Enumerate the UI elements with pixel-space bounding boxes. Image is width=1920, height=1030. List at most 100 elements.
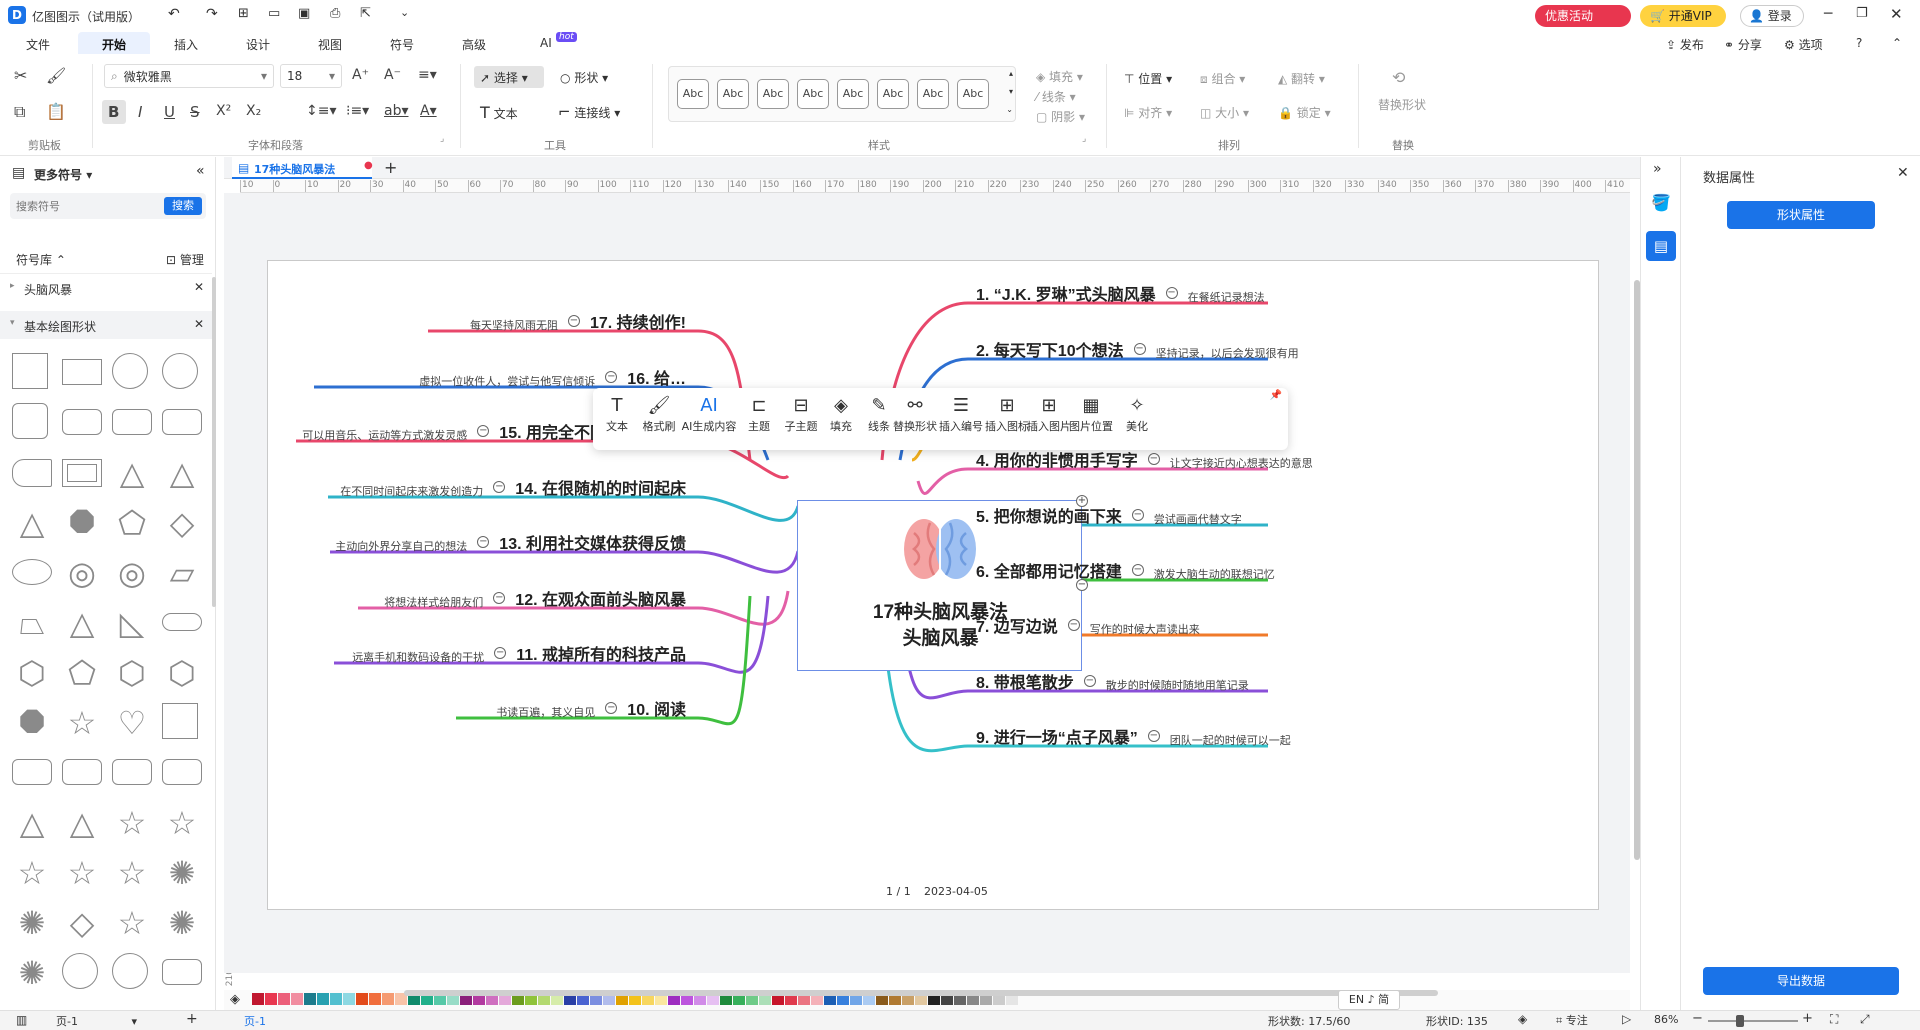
copy-icon[interactable]: ⧉ [14,102,25,122]
collapse-panel-icon[interactable]: « [196,163,205,179]
symbol-search-input[interactable] [16,197,156,215]
position-button[interactable]: ⊤ 位置 ▾ [1124,70,1172,87]
style-swatch[interactable]: Abc [757,79,789,109]
align-button[interactable]: ⊫ 对齐 ▾ [1124,104,1172,121]
publish-button[interactable]: ⇪ 发布 [1666,36,1704,53]
library-item-brainstorm[interactable]: ▸ 头脑风暴 ✕ [0,273,212,301]
redo-icon[interactable]: ↷ [206,6,218,22]
group-button[interactable]: ⧈ 组合 ▾ [1200,70,1245,87]
promo-button[interactable]: 优惠活动 [1535,5,1631,27]
collapse-icon[interactable]: − [1133,343,1146,355]
style-swatch[interactable]: Abc [917,79,949,109]
size-button[interactable]: ◫ 大小 ▾ [1200,104,1249,121]
drawing-page[interactable]: 17种头脑风暴法 头脑风暴 + − 1. “J.K. 罗琳”式头脑风暴 − 在餐纸记… [267,260,1599,910]
float-tool-3[interactable]: ⊏ 主题 [735,394,783,434]
gallery-up-icon[interactable]: ▴ [1009,69,1013,78]
zoom-slider[interactable] [1708,1020,1798,1022]
lock-button[interactable]: 🔒 锁定 ▾ [1278,104,1331,121]
open-icon[interactable]: ▭ [268,6,280,21]
superscript-icon[interactable]: X² [216,103,231,119]
shape-tri-icon[interactable]: △ [12,803,52,843]
maximize-icon[interactable]: ❐ [1856,6,1868,21]
tab-design[interactable]: 设计 [246,36,270,53]
shape-properties-button[interactable]: 形状属性 [1727,201,1875,229]
shape-rrect-icon[interactable] [162,409,202,435]
shape-heart-icon[interactable]: ♡ [112,703,152,743]
add-tab-icon[interactable]: + [384,158,397,177]
topic-left-12[interactable]: 将想法样式给朋友们 −12. 在观众面前头脑风暴 [384,588,686,609]
float-tool-1[interactable]: 🖌 格式刷 [635,394,683,434]
select-tool[interactable]: ➚ 选择 ▾ [474,66,544,88]
fit-page-icon[interactable]: ⛶ [1830,1012,1838,1027]
color-swatch[interactable] [317,993,329,1005]
options-button[interactable]: ⚙ 选项 [1784,36,1823,53]
shape-trap-icon[interactable]: ⏢ [12,603,52,643]
italic-icon[interactable]: I [138,103,142,121]
subscript-icon[interactable]: X₂ [246,103,261,119]
shape-tab-icon[interactable] [12,459,52,487]
shape-star-icon[interactable]: ☆ [12,853,52,893]
replace-shape-button[interactable]: 替换形状 [1378,96,1426,113]
shape-gear-icon[interactable]: ✺ [162,903,202,943]
shape-tri-icon[interactable]: △ [62,603,102,643]
style-swatch[interactable]: Abc [797,79,829,109]
shape-gear-icon[interactable]: ✺ [12,953,52,993]
shape-star-icon[interactable]: ☆ [112,803,152,843]
collapse-icon[interactable]: − [1131,509,1144,521]
shape-sq-icon[interactable] [12,353,48,389]
collapse-icon[interactable]: − [605,702,618,714]
float-tool-8[interactable]: ☰ 插入编号 [937,394,985,434]
collapse-icon[interactable]: − [493,481,506,493]
style-swatch[interactable]: Abc [677,79,709,109]
shape-star-icon[interactable]: ☆ [112,853,152,893]
collapse-icon[interactable]: − [1165,287,1178,299]
tab-advanced[interactable]: 高级 [462,36,486,53]
collapse-icon[interactable]: − [477,536,490,548]
collapse-icon[interactable]: − [1147,730,1160,742]
minimize-icon[interactable]: ─ [1824,6,1832,22]
document-tab[interactable]: ▤ 17种头脑风暴法 ● [232,157,373,179]
text-tool[interactable]: T 文本 [480,103,518,122]
symbol-library-toggle[interactable]: 符号库 ⌃ [16,251,66,268]
collapse-icon[interactable]: − [605,371,618,383]
data-properties-icon[interactable]: ▤ [1646,231,1676,261]
zoom-in-icon[interactable]: + [1802,1011,1813,1026]
shape-rrect-icon[interactable] [162,959,202,985]
fill-bucket-icon[interactable]: 🪣 [1651,193,1671,212]
collapse-icon[interactable]: − [1067,619,1080,631]
save-icon[interactable]: ▣ [298,6,310,21]
add-page-icon[interactable]: + [186,1011,198,1027]
shape-para-icon[interactable]: ▱ [162,553,202,593]
style-swatch[interactable]: Abc [837,79,869,109]
canvas-horizontal-scrollbar[interactable] [404,990,1438,996]
bold-icon[interactable]: B [108,103,119,121]
line-button[interactable]: ⁄ 线条 ▾ [1036,88,1076,105]
connector-tool[interactable]: ⌐ 连接线 ▾ [558,103,620,121]
close-icon[interactable]: ✕ [1890,5,1903,23]
topic-left-14[interactable]: 在不同时间起床来激发创造力 −14. 在很随机的时间起床 [340,477,686,498]
page-list-icon[interactable]: ▥ [16,1013,27,1027]
page-tab[interactable]: 页-1 [244,1013,266,1029]
format-painter-icon[interactable]: 🖌 [46,66,66,85]
align-icon[interactable]: ≡▾ [418,67,437,83]
manage-button[interactable]: ⊡ 管理 [166,251,204,268]
topic-left-11[interactable]: 远离手机和数码设备的干扰 −11. 戒掉所有的科技产品 [352,643,686,664]
tab-symbol[interactable]: 符号 [390,36,414,53]
shape-hex-icon[interactable]: ⬡ [162,653,202,693]
topic-right-7[interactable]: 7. 边写边说 − 写作的时候大声读出来 [976,615,1200,636]
shape-tool[interactable]: ○ 形状 ▾ [560,69,608,86]
pin-icon[interactable]: 📌 [1270,390,1282,401]
panel-scrollbar[interactable] [212,277,216,607]
topic-right-2[interactable]: 2. 每天写下10个想法 − 坚持记录，以后会发现很有用 [976,339,1299,360]
color-swatch[interactable] [304,993,316,1005]
shape-rrect-icon[interactable] [112,759,152,785]
export-icon[interactable]: ⇱ [360,6,371,21]
font-size-select[interactable]: 18 ▾ [280,64,342,88]
collapse-icon[interactable]: − [477,425,490,437]
shape-rsq-icon[interactable] [12,403,48,439]
collapse-icon[interactable]: − [493,592,506,604]
shape-oct-icon[interactable]: ⯃ [12,703,52,743]
symbol-search-button[interactable]: 搜索 [164,197,202,215]
color-swatch[interactable] [356,993,368,1005]
float-tool-2[interactable]: AI AI生成内容 [679,394,739,434]
